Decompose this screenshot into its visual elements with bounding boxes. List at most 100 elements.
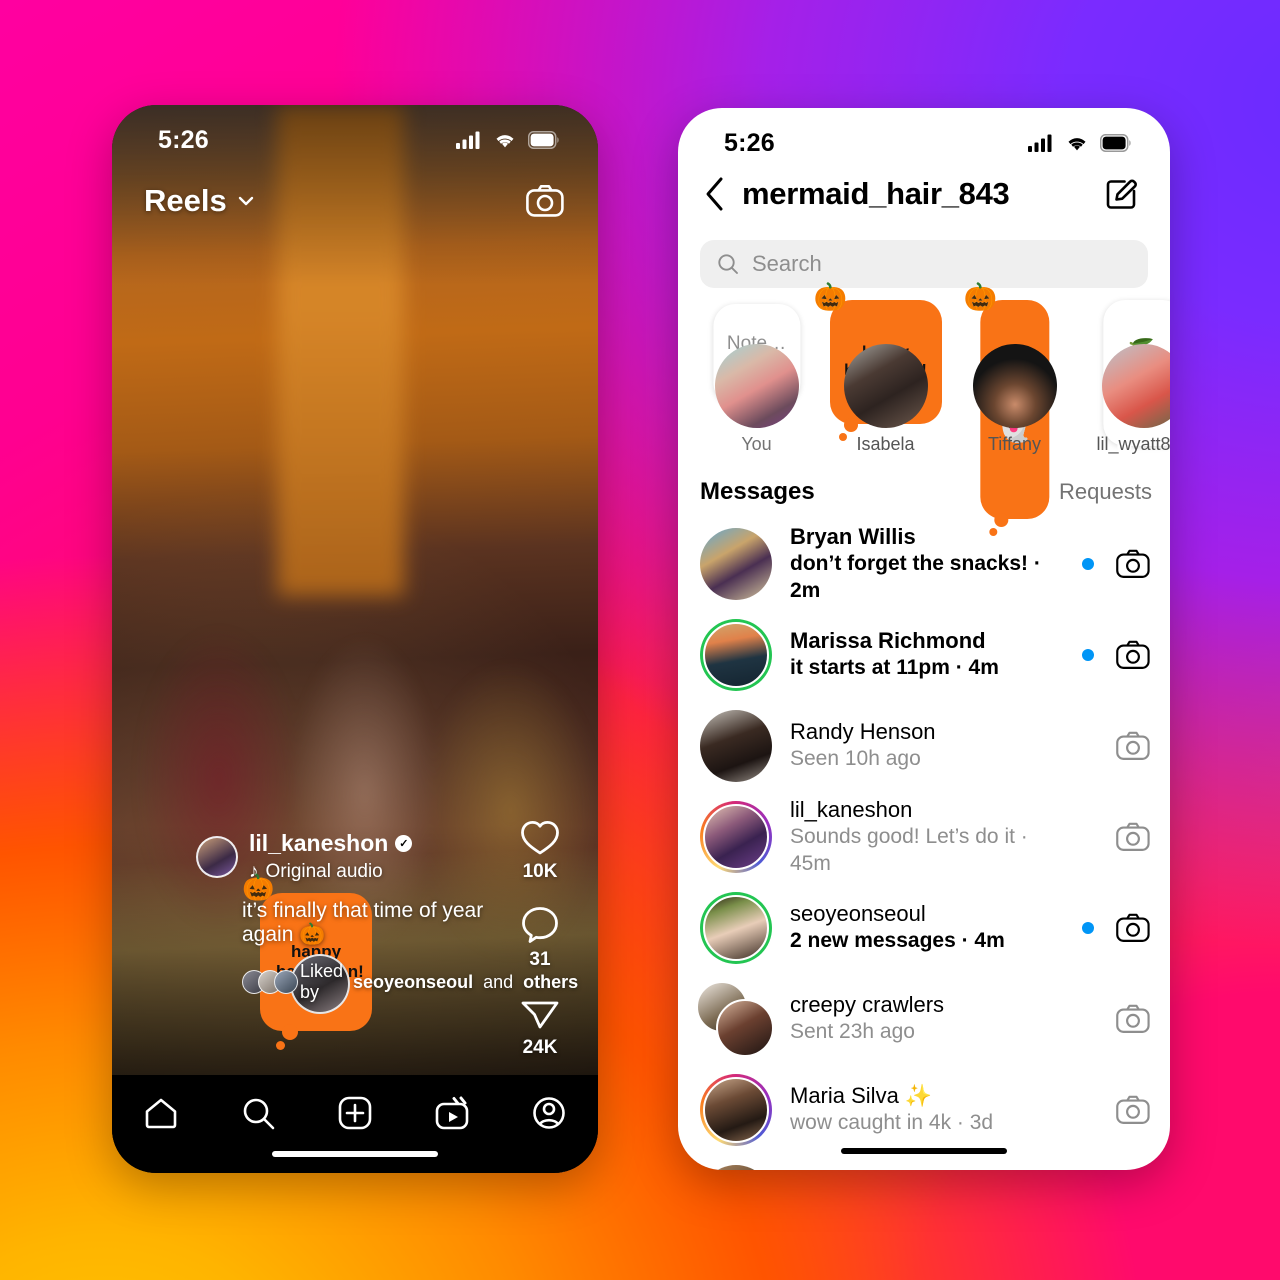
thread-row[interactable]: seoyeonseoul 2 new messages · 4m <box>678 882 1170 973</box>
thread-text: Marissa Richmond it starts at 11pm · 4m <box>790 627 1064 682</box>
reels-icon[interactable] <box>432 1093 472 1133</box>
camera-icon[interactable] <box>1116 731 1150 761</box>
avatar[interactable] <box>700 1164 772 1170</box>
comment-count: 31 <box>529 949 551 970</box>
camera-icon[interactable] <box>1116 1095 1150 1125</box>
wifi-icon <box>1068 138 1086 151</box>
reel-audio-label: Original audio <box>265 861 383 882</box>
comment-button[interactable]: 31 <box>519 905 561 971</box>
thread-row[interactable]: Marissa Richmond it starts at 11pm · 4m <box>678 609 1170 700</box>
compose-icon[interactable] <box>1104 176 1140 212</box>
unread-dot <box>1082 648 1094 661</box>
avatar[interactable] <box>696 980 774 1057</box>
thread-actions <box>1082 1095 1150 1125</box>
reels-title-group[interactable]: Reels <box>144 183 256 219</box>
note-item-isabela[interactable]: 🎃 happy halloween! Isabela <box>814 284 950 458</box>
avatar[interactable] <box>700 800 772 873</box>
note-item-lil-wyatt838[interactable]: 🍒 lil_wyatt838 <box>1079 298 1170 463</box>
thread-name: Marissa Richmond <box>790 627 986 653</box>
avatar[interactable] <box>700 1073 772 1146</box>
dm-status-bar: 5:26 <box>678 108 1170 164</box>
note-name: Tiffany <box>987 434 1042 454</box>
messages-tab[interactable]: Messages <box>700 478 815 506</box>
thread-preview: 2 new messages · 4m <box>790 929 1005 953</box>
thread-name: lil_kaneshon <box>790 796 913 822</box>
thread-actions <box>1082 913 1150 943</box>
thread-text: lil_kaneshon Sounds good! Let’s do it · … <box>790 796 1064 878</box>
notes-row[interactable]: Note… You 🎃 happy halloween! Isabela <box>678 284 1170 536</box>
requests-link[interactable]: Requests <box>1059 479 1152 505</box>
avatar[interactable] <box>700 527 772 600</box>
share-icon[interactable] <box>519 993 561 1033</box>
cellular-icon <box>456 131 480 149</box>
wifi-icon <box>496 135 514 148</box>
pumpkin-icon: 🎃 <box>813 282 848 312</box>
profile-icon[interactable] <box>529 1093 569 1133</box>
thread-row-partial[interactable] <box>678 1155 1170 1170</box>
camera-icon[interactable] <box>1116 913 1150 943</box>
thread-preview: Sounds good! Let’s do it · 45m <box>790 824 1028 875</box>
battery-icon <box>1100 134 1131 152</box>
poster-canvas: 5:26 Reels 🎃 happy lil_kaneshon ✓ ♪ Orig… <box>0 0 1280 1280</box>
thread-preview: Sent 23h ago <box>790 1020 915 1044</box>
thread-actions <box>1082 549 1150 579</box>
search-icon <box>718 254 738 274</box>
status-time: 5:26 <box>724 128 775 157</box>
reels-phone: 5:26 Reels 🎃 happy lil_kaneshon ✓ ♪ Orig… <box>112 105 598 1173</box>
search-icon[interactable] <box>238 1093 278 1133</box>
thread-actions <box>1082 640 1150 670</box>
liked-by-user: seoyeonseoul <box>353 971 474 992</box>
thread-text: Bryan Willis don’t forget the snacks! · … <box>790 523 1064 605</box>
thread-row[interactable]: Bryan Willis don’t forget the snacks! · … <box>678 518 1170 609</box>
reel-audio-row[interactable]: ♪ Original audio <box>249 861 412 883</box>
reel-meta: lil_kaneshon ✓ ♪ Original audio it’s fin… <box>196 830 578 1003</box>
chevron-down-icon[interactable] <box>236 191 256 211</box>
avatar[interactable] <box>700 618 772 691</box>
note-name: lil_wyatt838 <box>1096 434 1170 454</box>
like-button[interactable]: 10K <box>519 817 561 883</box>
reels-header: Reels <box>112 183 598 219</box>
camera-icon[interactable] <box>1116 549 1150 579</box>
thread-name: seoyeonseoul <box>790 900 926 926</box>
thread-name: Randy Henson <box>790 718 936 744</box>
create-icon[interactable] <box>335 1093 375 1133</box>
note-item-you[interactable]: Note… You <box>692 298 821 458</box>
thread-name: Bryan Willis <box>790 523 916 549</box>
avatar[interactable] <box>700 709 772 782</box>
reel-username-row[interactable]: lil_kaneshon ✓ <box>249 830 413 857</box>
camera-icon[interactable] <box>1116 822 1150 852</box>
back-chevron-icon[interactable] <box>702 174 728 214</box>
thread-row[interactable]: Randy Henson Seen 10h ago <box>678 700 1170 791</box>
reel-liked-by[interactable]: Liked by seoyeonseoul and others <box>242 961 578 1003</box>
avatar[interactable] <box>700 891 772 964</box>
thread-preview: it starts at 11pm · 4m <box>790 656 999 680</box>
camera-icon[interactable] <box>1116 1004 1150 1034</box>
camera-icon[interactable] <box>1116 640 1150 670</box>
reel-caption: it’s finally that time of year again 🎃 <box>242 899 484 946</box>
thread-row[interactable]: creepy crawlers Sent 23h ago <box>678 973 1170 1064</box>
battery-icon <box>528 131 559 149</box>
avatar[interactable] <box>196 835 238 878</box>
thread-row[interactable]: Maria Silva ✨ wow caught in 4k · 3d <box>678 1064 1170 1155</box>
avatar[interactable] <box>972 344 1057 428</box>
page-title: mermaid_hair_843 <box>742 176 1010 211</box>
search-input[interactable]: Search <box>700 240 1148 288</box>
share-button[interactable]: 24K <box>519 993 561 1059</box>
reel-user-row[interactable]: lil_kaneshon ✓ ♪ Original audio <box>196 830 498 883</box>
reel-username: lil_kaneshon <box>249 830 389 856</box>
thread-row[interactable]: lil_kaneshon Sounds good! Let’s do it · … <box>678 791 1170 882</box>
avatar[interactable] <box>843 344 928 428</box>
music-note-icon: ♪ <box>249 861 259 882</box>
thread-text: creepy crawlers Sent 23h ago <box>790 991 1064 1046</box>
home-icon[interactable] <box>141 1093 181 1133</box>
status-icons <box>456 131 560 149</box>
avatar[interactable] <box>714 344 799 428</box>
verified-badge-icon: ✓ <box>395 835 413 852</box>
status-time: 5:26 <box>158 125 209 154</box>
comment-icon[interactable] <box>519 905 561 945</box>
note-item-tiffany[interactable]: 🎃 👻👻 Tiffany <box>950 284 1079 536</box>
direct-messages-phone: 5:26 mermaid_hair_843 Search You 🎃 Isabe… <box>678 108 1170 1170</box>
heart-icon[interactable] <box>519 817 561 857</box>
camera-icon[interactable] <box>526 185 564 217</box>
thread-text: Maria Silva ✨ wow caught in 4k · 3d <box>790 1082 1064 1137</box>
